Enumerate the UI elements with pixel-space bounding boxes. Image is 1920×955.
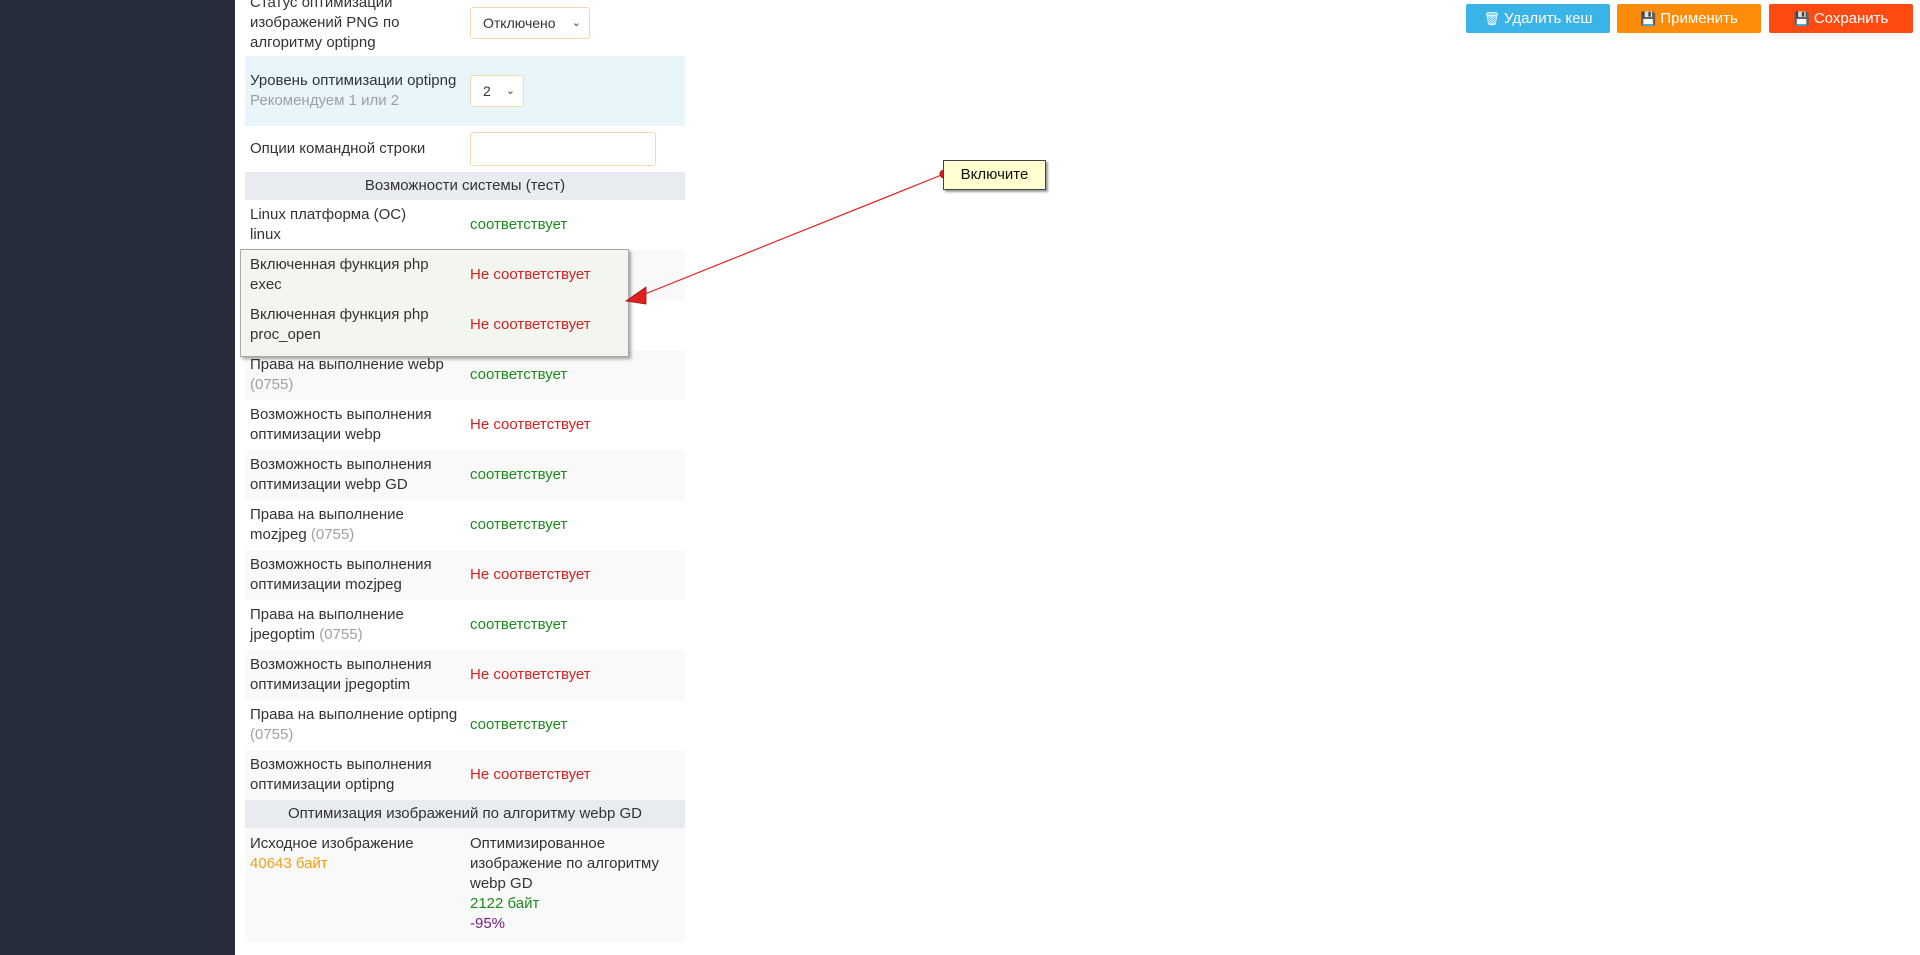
apply-label: Применить	[1660, 10, 1738, 27]
linux-label: Linux платформа (ОС)	[250, 206, 407, 223]
optipng-opt-row: Возможность выполнения оптимизации optip…	[245, 750, 685, 800]
mozjpeg-opt-status: Не соответствует	[470, 566, 591, 583]
png-status-row: Статус оптимизации изображений PNG по ал…	[245, 0, 685, 56]
jpegoptim-perm-code: (0755)	[319, 626, 363, 643]
optipng-level-select[interactable]: 2 ⌄	[470, 75, 524, 107]
png-status-label: Статус оптимизации изображений PNG по ал…	[250, 0, 400, 51]
settings-panel: Статус оптимизации изображений PNG по ал…	[245, 0, 685, 942]
webpgd-status: соответствует	[470, 466, 568, 483]
source-image-size: 40643 байт	[250, 855, 328, 872]
trash-icon: 🗑	[1483, 11, 1500, 26]
mozjpeg-perm-code: (0755)	[310, 526, 355, 543]
webp-perm-label: Права на выполнение webp	[250, 356, 444, 373]
source-image-label: Исходное изображение	[250, 835, 414, 852]
arrow-line	[639, 173, 945, 297]
save-label: Сохранить	[1813, 10, 1889, 27]
optipng-level-label: Уровень оптимизации optipng	[250, 72, 457, 89]
mozjpeg-perm-row: Права на выполнение mozjpeg (0755) соотв…	[245, 500, 685, 550]
save-button[interactable]: 💾 Сохранить	[1769, 4, 1913, 33]
annotation-note[interactable]: Включите	[943, 160, 1046, 190]
optipng-level-row: Уровень оптимизации optipng Рекомендуем …	[245, 56, 685, 126]
php-functions-popup: Включенная функция php exec Не соответст…	[240, 249, 629, 357]
webp-perm-code: (0755)	[250, 376, 294, 393]
webp-opt-label: Возможность выполнения оптимизации webp	[250, 406, 432, 443]
cmd-options-input[interactable]	[470, 132, 656, 166]
linux-status: соответствует	[470, 216, 568, 233]
webpgd-section-header: Оптимизация изображений по алгоритму web…	[245, 800, 685, 828]
webp-opt-status: Не соответствует	[470, 416, 591, 433]
exec-label: Включенная функция php exec	[250, 256, 429, 293]
system-section-header: Возможности системы (тест)	[245, 172, 685, 200]
procopen-row: Включенная функция php proc_open Не соот…	[241, 300, 628, 350]
settings-table: Статус оптимизации изображений PNG по ал…	[245, 0, 685, 942]
optipng-perm-label: Права на выполнение optipng	[250, 706, 458, 723]
floppy-disk-icon: 💾	[1640, 11, 1657, 26]
optipng-perm-row: Права на выполнение optipng (0755) соотв…	[245, 700, 685, 750]
chevron-down-icon: ⌄	[571, 17, 581, 29]
procopen-label: Включенная функция php proc_open	[250, 306, 429, 343]
cmd-options-label: Опции командной строки	[250, 140, 426, 157]
linux-row: Linux платформа (ОС) linux соответствует	[245, 200, 685, 250]
linux-os: linux	[250, 226, 281, 243]
webp-perm-status: соответствует	[470, 366, 568, 383]
optipng-perm-status: соответствует	[470, 716, 568, 733]
optipng-level-select-value: 2	[483, 83, 491, 99]
png-status-select-value: Отключено	[483, 15, 556, 31]
jpegoptim-opt-row: Возможность выполнения оптимизации jpego…	[245, 650, 685, 700]
webp-opt-row: Возможность выполнения оптимизации webp …	[245, 400, 685, 450]
optimized-image-label: Оптимизированное изображение по алгоритм…	[470, 835, 660, 892]
mozjpeg-opt-label: Возможность выполнения оптимизации mozjp…	[250, 556, 432, 593]
system-section-title: Возможности системы (тест)	[364, 177, 566, 194]
optipng-level-hint: Рекомендуем 1 или 2	[250, 92, 400, 109]
apply-button[interactable]: 💾 Применить	[1617, 4, 1761, 33]
webpgd-section-title: Оптимизация изображений по алгоритму web…	[288, 805, 642, 822]
cmd-options-row: Опции командной строки	[245, 126, 685, 172]
webp-perm-row: Права на выполнение webp (0755) соответс…	[245, 350, 685, 400]
jpegoptim-perm-row: Права на выполнение jpegoptim (0755) соо…	[245, 600, 685, 650]
floppy-disk-icon: 💾	[1793, 11, 1810, 26]
optipng-perm-code: (0755)	[250, 726, 294, 743]
webpgd-result-row: Исходное изображение 40643 байт Оптимизи…	[245, 828, 685, 942]
optimized-image-size: 2122 байт	[470, 895, 540, 912]
optipng-opt-label: Возможность выполнения оптимизации optip…	[250, 756, 432, 793]
exec-row: Включенная функция php exec Не соответст…	[241, 250, 628, 300]
jpegoptim-opt-status: Не соответствует	[470, 666, 591, 683]
annotation-note-text: Включите	[960, 166, 1029, 183]
sidebar	[0, 0, 235, 955]
procopen-status: Не соответствует	[470, 316, 591, 333]
optimized-image-delta: -95%	[470, 915, 506, 932]
jpegoptim-opt-label: Возможность выполнения оптимизации jpego…	[250, 656, 432, 693]
chevron-down-icon: ⌄	[505, 85, 515, 97]
exec-status: Не соответствует	[470, 266, 591, 283]
clear-cache-label: Удалить кеш	[1503, 10, 1593, 27]
jpegoptim-perm-status: соответствует	[470, 616, 568, 633]
mozjpeg-opt-row: Возможность выполнения оптимизации mozjp…	[245, 550, 685, 600]
mozjpeg-perm-status: соответствует	[470, 516, 568, 533]
clear-cache-button[interactable]: 🗑 Удалить кеш	[1466, 4, 1610, 33]
optipng-opt-status: Не соответствует	[470, 766, 591, 783]
png-status-select[interactable]: Отключено ⌄	[470, 7, 590, 39]
webpgd-label: Возможность выполнения оптимизации webp …	[250, 456, 432, 493]
webpgd-row: Возможность выполнения оптимизации webp …	[245, 450, 685, 500]
